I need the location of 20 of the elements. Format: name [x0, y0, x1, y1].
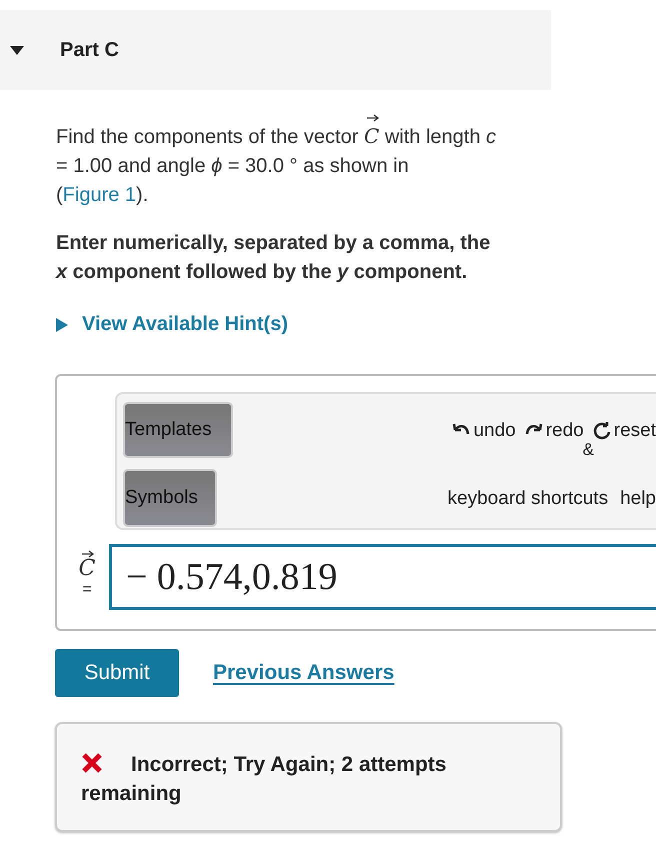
- templates-button[interactable]: Templates: [123, 402, 233, 458]
- answer-field[interactable]: − 0.574,0.819: [109, 544, 656, 610]
- instruction-text: Enter numerically, separated by a comma, the x component followed by the y component.: [56, 231, 492, 285]
- ampersand-text: &: [582, 440, 594, 460]
- submit-button[interactable]: Submit: [55, 649, 179, 697]
- symbols-button[interactable]: Symbols: [123, 469, 217, 527]
- part-title: Part C: [60, 38, 119, 62]
- vector-label: C: [78, 556, 96, 580]
- hints-link[interactable]: View Available Hint(s): [82, 313, 288, 336]
- redo-button[interactable]: redo: [524, 420, 584, 442]
- figure-link[interactable]: Figure 1: [62, 184, 136, 206]
- equals-sign: =: [82, 580, 92, 598]
- reset-button[interactable]: reset: [592, 420, 656, 442]
- previous-answers-link[interactable]: Previous Answers: [213, 661, 394, 685]
- feedback-text: Incorrect; Try Again; 2 attempts remaining: [81, 751, 448, 807]
- help-link[interactable]: help: [620, 488, 656, 510]
- part-header[interactable]: Part C: [0, 10, 551, 90]
- keyboard-shortcuts-link[interactable]: keyboard shortcuts: [448, 488, 608, 510]
- question-text: Find the components of the vector C with length c = 1.00 and angle ϕ = 30.0 ° as shown in (Figure 1).: [56, 120, 496, 210]
- undo-button[interactable]: undo: [451, 420, 516, 442]
